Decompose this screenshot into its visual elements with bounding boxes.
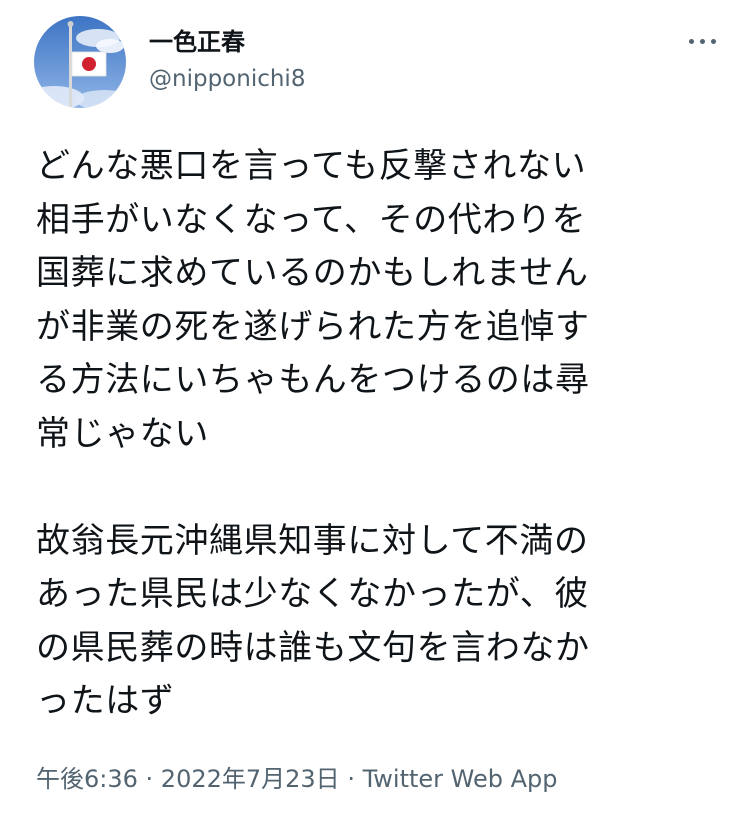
meta-separator: · <box>339 765 363 793</box>
author-handle[interactable]: @nipponichi8 <box>149 64 305 94</box>
more-options-button[interactable] <box>680 26 724 56</box>
tweet-paragraph-1: どんな悪口を言っても反撃されない 相手がいなくなって、その代わりを 国葬に求めて… <box>36 140 726 461</box>
tweet: 一色正春 @nipponichi8 どんな悪口を言っても反撃されない 相手がいな… <box>0 0 750 827</box>
tweet-text: どんな悪口を言っても反撃されない 相手がいなくなって、その代わりを 国葬に求めて… <box>36 140 726 729</box>
tweet-metadata: 午後6:36 · 2022年7月23日 · Twitter Web App <box>36 763 557 795</box>
tweet-text-line: どんな悪口を言っても反撃されない <box>36 146 587 186</box>
tweet-text-line: 常じゃない <box>36 413 209 454</box>
tweet-text-line: ったはず <box>36 681 175 721</box>
tweet-text-line: る方法にいちゃもんをつけるのは尋 <box>36 360 590 400</box>
tweet-time[interactable]: 午後6:36 <box>36 765 138 793</box>
more-horizontal-icon <box>688 38 694 44</box>
more-horizontal-icon-dot <box>710 38 716 44</box>
author-display-name[interactable]: 一色正春 <box>149 27 245 57</box>
more-horizontal-icon-dot <box>699 38 705 44</box>
tweet-text-line: 故翁長元沖縄県知事に対して不満の <box>36 520 589 561</box>
meta-separator: · <box>137 765 161 793</box>
tweet-text-line: 国葬に求めているのかもしれません <box>36 253 589 293</box>
avatar[interactable] <box>34 16 126 108</box>
tweet-paragraph-2: 故翁長元沖縄県知事に対して不満の あった県民は少なくなかったが、彼 の県民葬の時… <box>36 515 726 729</box>
tweet-date[interactable]: 2022年7月23日 <box>161 765 340 793</box>
japan-flag-half-mast-icon <box>34 16 126 108</box>
tweet-text-line: が非業の死を遂げられた方を追悼す <box>36 306 590 347</box>
tweet-text-line: あった県民は少なくなかったが、彼 <box>36 574 589 614</box>
tweet-text-line: 相手がいなくなって、その代わりを <box>36 199 587 240</box>
tweet-text-line: の県民葬の時は誰も文句を言わなか <box>36 627 590 668</box>
tweet-source[interactable]: Twitter Web App <box>363 765 558 793</box>
